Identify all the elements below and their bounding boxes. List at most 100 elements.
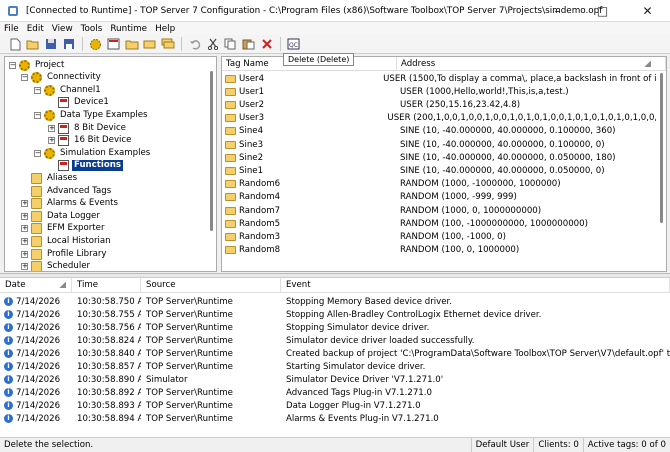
log-time: 10:30:58.893 AM: [77, 401, 141, 412]
table-row[interactable]: Random5 RANDOM (100, -1000000000, 1000000…: [222, 217, 666, 230]
tag-icon: [225, 232, 236, 241]
expand-icon[interactable]: +: [21, 212, 28, 220]
log-date-cell: i 7/14/2026: [0, 375, 72, 385]
tree-node[interactable]: Aliases: [21, 172, 79, 184]
tree-node[interactable]: + Profile Library: [21, 248, 109, 260]
table-row[interactable]: User2 USER (250,15.16,23.42,4.8): [222, 98, 666, 111]
new-device-icon[interactable]: [106, 37, 121, 51]
cut-icon[interactable]: [205, 37, 220, 51]
copy-icon[interactable]: [223, 37, 238, 51]
open-icon[interactable]: [25, 37, 40, 51]
tag-name: User1: [239, 86, 265, 97]
expand-icon[interactable]: +: [21, 237, 28, 245]
menu-runtime[interactable]: Runtime: [106, 24, 151, 34]
new-tag-icon[interactable]: [142, 37, 157, 51]
tree-node[interactable]: + Local Historian: [21, 235, 113, 247]
log-row[interactable]: i7/14/2026 10:30:58.750 AM TOP Server\Runt…: [0, 295, 670, 308]
column-header-address[interactable]: Address ◢: [397, 57, 666, 71]
collapse-icon[interactable]: −: [21, 74, 28, 82]
tree-node[interactable]: +8 Bit Device: [48, 122, 128, 134]
tag-list-scrollbar[interactable]: [656, 71, 666, 271]
new-icon[interactable]: [7, 37, 22, 51]
collapse-icon[interactable]: −: [34, 86, 41, 94]
tree-node[interactable]: Device1: [48, 97, 111, 109]
menu-help[interactable]: Help: [151, 24, 179, 34]
minimize-button[interactable]: –: [535, 0, 580, 22]
table-row[interactable]: Random4 RANDOM (1000, -999, 999): [222, 191, 666, 204]
event-log[interactable]: Date ◢ Time Source Event i 7/14/2026 10:30:…: [0, 277, 670, 437]
table-row[interactable]: Random7 RANDOM (1000, 0, 1000000000): [222, 204, 666, 217]
tree-node[interactable]: + EFM Exporter: [21, 223, 106, 235]
log-row[interactable]: i7/14/2026 10:30:58.755 AM TOP Server\Runt…: [0, 308, 670, 321]
expand-icon[interactable]: +: [21, 225, 28, 233]
save-as-icon[interactable]: [61, 37, 76, 51]
table-row[interactable]: Sine3 SINE (10, -40.000000, 40.000000, 0.…: [222, 138, 666, 151]
quick-client-icon[interactable]: QC: [286, 37, 301, 51]
log-row[interactable]: i7/14/2026 10:30:58.857 AM TOP Server\Runt…: [0, 361, 670, 374]
log-row[interactable]: i7/14/2026 10:30:58.890 AM Simulator Simula…: [0, 374, 670, 387]
tree-node[interactable]: + Data Logger: [21, 210, 102, 222]
expand-icon[interactable]: +: [48, 124, 55, 132]
expand-icon[interactable]: +: [21, 263, 28, 271]
tag-name-cell: User1: [222, 87, 397, 97]
table-row[interactable]: User3 USER (200,1,0,0,1,0,0,1,0,0,1,0,1,0…: [222, 112, 666, 125]
close-button[interactable]: ✕: [625, 0, 670, 22]
menu-file[interactable]: File: [0, 24, 23, 34]
expand-icon[interactable]: +: [48, 137, 55, 145]
log-row[interactable]: i7/14/2026 10:30:58.892 AM TOP Server\Runt…: [0, 387, 670, 400]
table-row[interactable]: Sine4 SINE (10, -40.000000, 40.000000, 0.…: [222, 125, 666, 138]
tree-node[interactable]: + Alarms & Events: [21, 198, 120, 210]
collapse-icon[interactable]: −: [9, 61, 16, 69]
column-header-source[interactable]: Source: [141, 278, 281, 293]
tree-node[interactable]: + Scheduler: [21, 261, 92, 271]
table-row[interactable]: Sine2 SINE (10, -40.000000, 40.000000, 0.…: [222, 151, 666, 164]
table-row[interactable]: User1 USER (1000,Hello,world!,This,is,a,t…: [222, 85, 666, 98]
tree-scrollbar[interactable]: [207, 57, 216, 271]
scrollbar-thumb[interactable]: [660, 73, 663, 223]
tree-node[interactable]: +16 Bit Device: [48, 135, 133, 147]
log-row[interactable]: i7/14/2026 10:30:58.840 AM TOP Server\Runt…: [0, 347, 670, 360]
maximize-button[interactable]: □: [580, 0, 625, 22]
log-date: 7/14/2026: [16, 348, 61, 359]
column-header-date[interactable]: Date ◢: [0, 278, 72, 293]
tree-node[interactable]: − Channel1: [34, 84, 103, 96]
tree-node[interactable]: − Simulation Examples: [34, 147, 152, 159]
expand-icon[interactable]: +: [21, 250, 28, 258]
table-row[interactable]: User4 USER (1500,To display a comma\, pla…: [222, 72, 666, 85]
delete-icon[interactable]: [259, 37, 274, 51]
log-row[interactable]: i7/14/2026 10:30:58.824 AM TOP Server\Runt…: [0, 334, 670, 347]
table-row[interactable]: Random8 RANDOM (100, 0, 1000000): [222, 244, 666, 257]
table-row[interactable]: Sine1 SINE (10, -40.000000, 40.000000, 0.…: [222, 164, 666, 177]
menu-edit[interactable]: Edit: [23, 24, 48, 34]
tree-node[interactable]: − Connectivity: [21, 72, 103, 84]
menu-view[interactable]: View: [48, 24, 77, 34]
expand-icon[interactable]: +: [21, 200, 28, 208]
tree-node[interactable]: Advanced Tags: [21, 185, 113, 197]
tree-node[interactable]: − Data Type Examples: [34, 109, 149, 121]
paste-icon[interactable]: [241, 37, 256, 51]
scrollbar-thumb[interactable]: [210, 71, 213, 231]
undo-icon[interactable]: [187, 37, 202, 51]
tree-node[interactable]: − Project: [9, 59, 66, 71]
bulk-tag-icon[interactable]: [160, 37, 175, 51]
project-tree[interactable]: − Project − Connectivity − Channel1 Device1− Da…: [4, 56, 217, 272]
new-group-icon[interactable]: [124, 37, 139, 51]
tag-icon: [225, 193, 236, 202]
table-row[interactable]: Random3 RANDOM (100, -1000, 0): [222, 230, 666, 243]
column-header-time[interactable]: Time: [72, 278, 141, 293]
info-icon: i: [4, 375, 13, 385]
tag-list[interactable]: Tag Name Address ◢ User4 USER (1500,To dis…: [221, 56, 667, 272]
new-channel-icon[interactable]: [88, 37, 103, 51]
log-row[interactable]: i7/14/2026 10:30:58.894 AM TOP Server\Runt…: [0, 413, 670, 426]
tree-node[interactable]: Functions: [48, 160, 123, 172]
table-row[interactable]: Random6 RANDOM (1000, -1000000, 1000000): [222, 178, 666, 191]
column-header-event[interactable]: Event: [281, 278, 670, 293]
save-icon[interactable]: [43, 37, 58, 51]
collapse-icon[interactable]: −: [34, 149, 41, 157]
collapse-icon[interactable]: −: [34, 111, 41, 119]
menu-tools[interactable]: Tools: [77, 24, 107, 34]
log-date-cell: i 7/14/2026: [0, 388, 72, 398]
log-row[interactable]: i7/14/2026 10:30:58.893 AM TOP Server\Runt…: [0, 400, 670, 413]
log-event: Advanced Tags Plug-in V7.1.271.0: [286, 388, 432, 399]
log-row[interactable]: i7/14/2026 10:30:58.756 AM TOP Server\Runt…: [0, 321, 670, 334]
